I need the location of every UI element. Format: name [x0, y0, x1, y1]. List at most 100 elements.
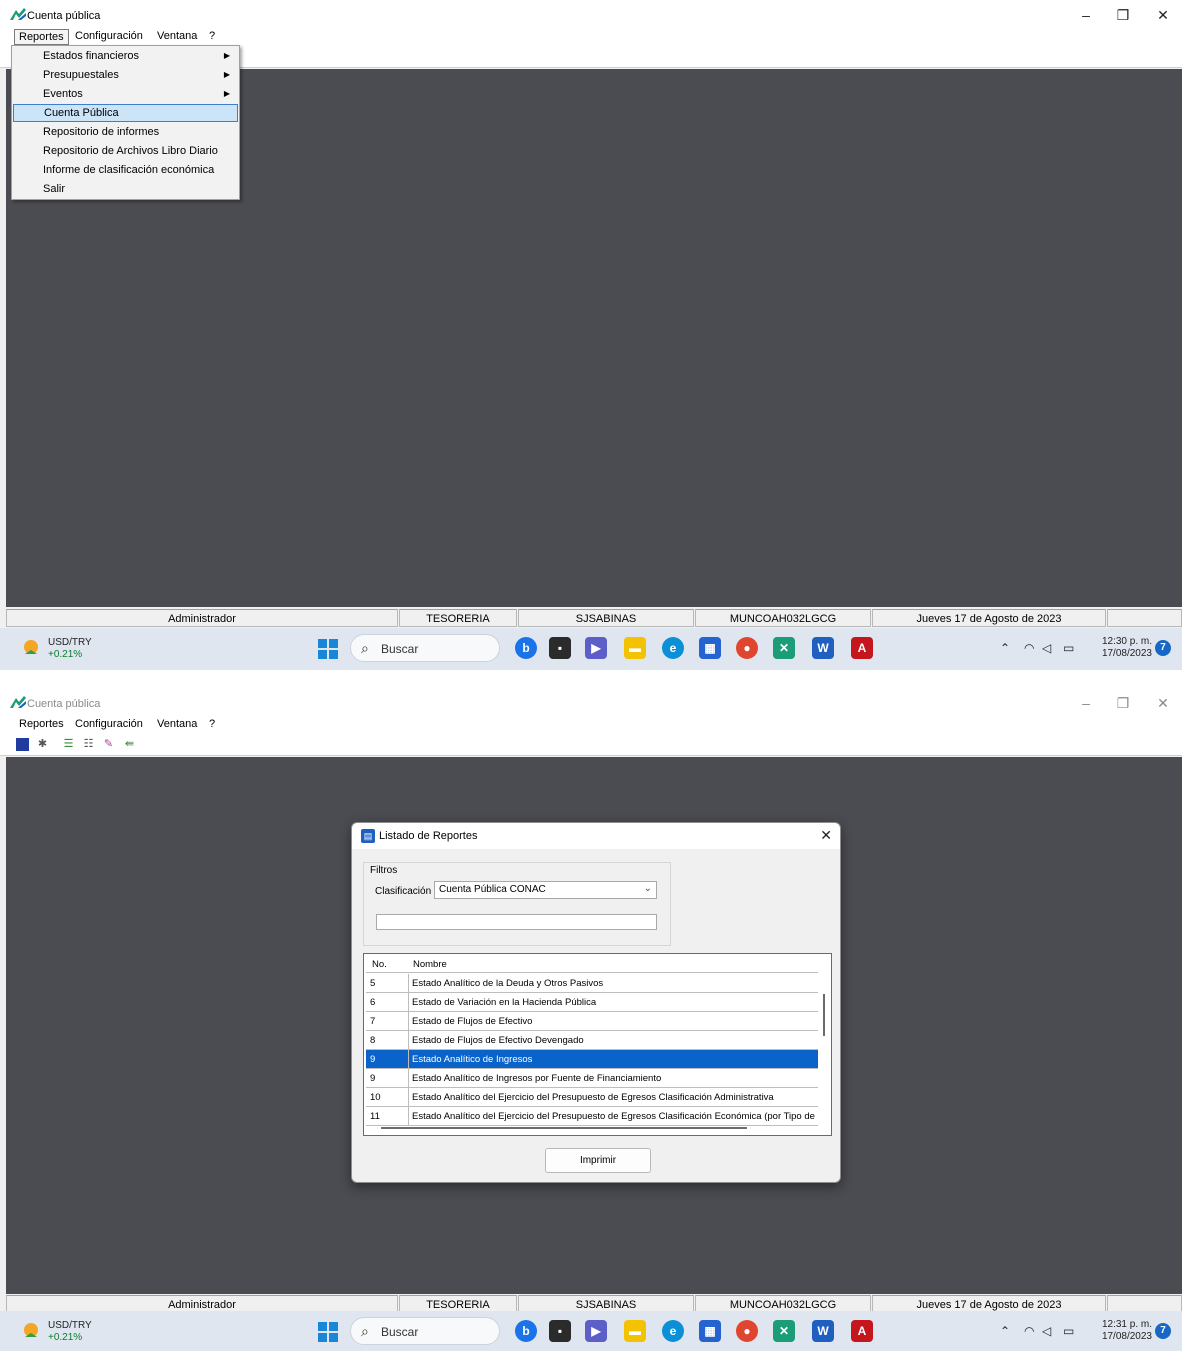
menu-item-salir[interactable]: Salir — [13, 180, 238, 198]
menu-configuracion[interactable]: Configuración — [71, 29, 147, 45]
row-nombre: Estado Analítico de la Deuda y Otros Pas… — [412, 978, 604, 989]
restore-icon[interactable]: ❐ — [1111, 694, 1135, 712]
scrollbar-thumb[interactable] — [381, 1127, 747, 1129]
horizontal-scrollbar[interactable] — [366, 1123, 818, 1133]
task-view-icon[interactable]: ▪ — [549, 637, 571, 659]
filter-text-input[interactable] — [376, 914, 657, 930]
minimize-icon[interactable]: – — [1074, 694, 1098, 712]
submenu-arrow-icon: ▶ — [223, 89, 230, 98]
store-icon[interactable]: ▦ — [699, 1320, 721, 1342]
menu-configuracion[interactable]: Configuración — [71, 717, 147, 733]
minimize-icon[interactable]: – — [1074, 6, 1098, 24]
menu-item-repositorio-informes[interactable]: Repositorio de informes — [13, 123, 238, 141]
bing-icon[interactable]: b — [515, 637, 537, 659]
taskbar-search[interactable]: ⌕ Buscar — [350, 634, 500, 662]
settings-icon[interactable]: ✱ — [36, 738, 49, 751]
store-icon[interactable]: ▦ — [699, 637, 721, 659]
dialog-title: Listado de Reportes — [379, 830, 478, 842]
status-user: Administrador — [6, 609, 398, 627]
classification-select[interactable]: Cuenta Pública CONAC ⌄ — [434, 881, 657, 899]
classification-value: Cuenta Pública CONAC — [439, 884, 546, 895]
taskbar-clock[interactable]: 12:31 p. m. 17/08/2023 — [1090, 1319, 1152, 1343]
menu-item-label: Eventos — [43, 88, 83, 100]
menu-help[interactable]: ? — [205, 717, 219, 733]
menu-item-estados-financieros[interactable]: Estados financieros ▶ — [13, 47, 238, 65]
file-explorer-icon[interactable]: ▬ — [624, 1320, 646, 1342]
task-view-icon[interactable]: ▪ — [549, 1320, 571, 1342]
document-icon[interactable]: ☰ — [62, 738, 75, 751]
scrollbar-thumb[interactable] — [823, 994, 825, 1036]
windows-start-icon[interactable] — [318, 1322, 338, 1342]
edit-icon[interactable]: ✎ — [102, 738, 115, 751]
file-explorer-icon[interactable]: ▬ — [624, 637, 646, 659]
volume-icon[interactable]: ◁ — [1042, 641, 1051, 655]
word-icon[interactable]: W — [812, 1320, 834, 1342]
menu-item-eventos[interactable]: Eventos ▶ — [13, 85, 238, 103]
chrome-icon[interactable]: ● — [736, 637, 758, 659]
close-icon[interactable]: ✕ — [1151, 694, 1175, 712]
restore-icon[interactable]: ❐ — [1111, 6, 1135, 24]
clock-time: 12:30 p. m. — [1101, 636, 1152, 647]
chrome-icon[interactable]: ● — [736, 1320, 758, 1342]
close-icon[interactable]: ✕ — [1151, 6, 1175, 24]
exit-icon[interactable]: ⇚ — [123, 738, 136, 751]
menu-item-presupuestales[interactable]: Presupuestales ▶ — [13, 66, 238, 84]
menu-ventana[interactable]: Ventana — [153, 29, 201, 45]
table-row[interactable]: 7 Estado de Flujos de Efectivo — [366, 1012, 818, 1031]
acrobat-icon[interactable]: A — [851, 1320, 873, 1342]
report-icon[interactable] — [16, 738, 29, 751]
table-row[interactable]: 10 Estado Analítico del Ejercicio del Pre… — [366, 1088, 818, 1107]
stock-widget[interactable]: USD/TRY +0.21% — [22, 1319, 112, 1345]
ticker-value: +0.21% — [48, 1332, 83, 1343]
taskbar-clock[interactable]: 12:30 p. m. 17/08/2023 — [1090, 636, 1152, 660]
tray-chevron-icon[interactable]: ⌃ — [1000, 1324, 1010, 1338]
cuenta-publica-app-icon[interactable]: ✕ — [773, 637, 795, 659]
table-row[interactable]: 6 Estado de Variación en la Hacienda Públ… — [366, 993, 818, 1012]
menu-item-cuenta-publica[interactable]: Cuenta Pública — [13, 104, 238, 122]
stock-widget[interactable]: USD/TRY +0.21% — [22, 636, 112, 662]
volume-icon[interactable]: ◁ — [1042, 1324, 1051, 1338]
windows-start-icon[interactable] — [318, 639, 338, 659]
submenu-arrow-icon: ▶ — [223, 51, 230, 60]
table-row-selected[interactable]: 9 Estado Analítico de Ingresos — [366, 1050, 818, 1069]
screenshot-menu-open: Cuenta pública – ❐ ✕ Reportes Configurac… — [0, 0, 1182, 670]
dialog-app-icon: ▤ — [361, 829, 375, 843]
vertical-scrollbar[interactable] — [819, 956, 829, 1106]
menu-item-label: Presupuestales — [43, 69, 119, 81]
row-no: 5 — [370, 978, 376, 989]
column-header-no[interactable]: No. — [372, 959, 387, 970]
menu-item-informe-clasificacion[interactable]: Informe de clasificación económica — [13, 161, 238, 179]
screenshot-dialog-open: Cuenta pública – ❐ ✕ Reportes Configurac… — [0, 688, 1182, 1351]
cuenta-publica-app-icon[interactable]: ✕ — [773, 1320, 795, 1342]
menu-reportes[interactable]: Reportes — [14, 29, 69, 45]
wifi-icon[interactable]: ◠ — [1024, 641, 1034, 655]
menu-reportes[interactable]: Reportes — [15, 717, 68, 733]
taskbar-search[interactable]: ⌕ Buscar — [350, 1317, 500, 1345]
teams-icon[interactable]: ▶ — [585, 637, 607, 659]
table-row[interactable]: 9 Estado Analítico de Ingresos por Fuente… — [366, 1069, 818, 1088]
menu-help[interactable]: ? — [205, 29, 219, 45]
submenu-arrow-icon: ▶ — [223, 70, 230, 79]
word-icon[interactable]: W — [812, 637, 834, 659]
table-row[interactable]: 5 Estado Analítico de la Deuda y Otros Pa… — [366, 974, 818, 993]
menu-item-repositorio-libro-diario[interactable]: Repositorio de Archivos Libro Diario — [13, 142, 238, 160]
battery-icon[interactable]: ▭ — [1063, 641, 1074, 655]
notification-badge[interactable]: 7 — [1155, 1323, 1171, 1339]
wifi-icon[interactable]: ◠ — [1024, 1324, 1034, 1338]
edge-icon[interactable]: e — [662, 637, 684, 659]
notification-badge[interactable]: 7 — [1155, 640, 1171, 656]
print-button[interactable]: Imprimir — [545, 1148, 651, 1173]
tray-chevron-icon[interactable]: ⌃ — [1000, 641, 1010, 655]
edge-icon[interactable]: e — [662, 1320, 684, 1342]
teams-icon[interactable]: ▶ — [585, 1320, 607, 1342]
dialog-close-icon[interactable]: ✕ — [820, 827, 832, 844]
battery-icon[interactable]: ▭ — [1063, 1324, 1074, 1338]
column-header-nombre[interactable]: Nombre — [413, 959, 447, 970]
table-row[interactable]: 8 Estado de Flujos de Efectivo Devengado — [366, 1031, 818, 1050]
menu-ventana[interactable]: Ventana — [153, 717, 201, 733]
acrobat-icon[interactable]: A — [851, 637, 873, 659]
menu-bar: Reportes Configuración Ventana ? — [0, 716, 1182, 734]
menu-bar: Reportes Configuración Ventana ? — [0, 28, 1182, 46]
list-icon[interactable]: ☷ — [82, 738, 95, 751]
bing-icon[interactable]: b — [515, 1320, 537, 1342]
